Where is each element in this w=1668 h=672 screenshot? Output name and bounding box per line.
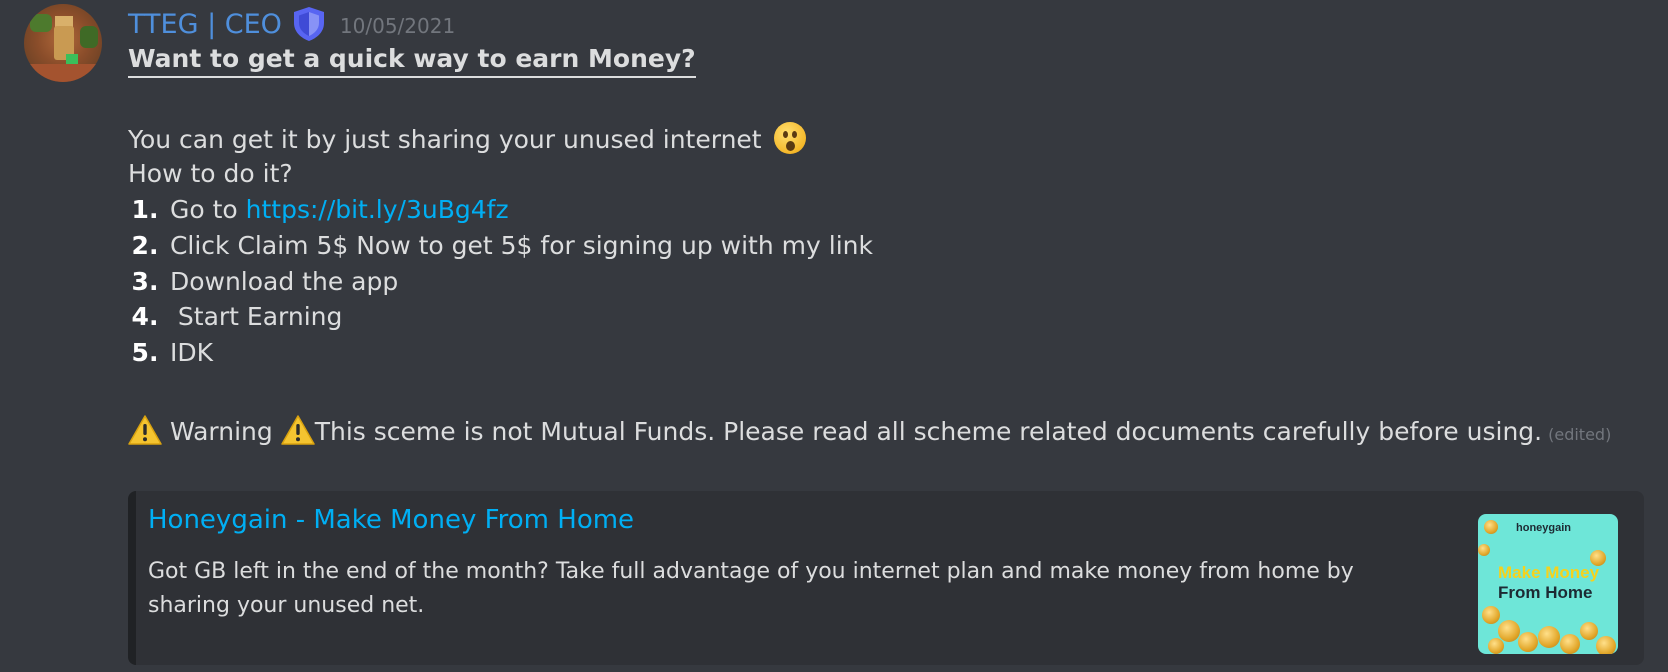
question-text: How to do it? bbox=[128, 159, 293, 188]
list-item: 3. Download the app bbox=[128, 267, 399, 297]
step-text: Click Claim 5$ Now to get 5$ for signing… bbox=[169, 231, 873, 260]
astonished-face-icon bbox=[773, 122, 806, 154]
step-text: Download the app bbox=[169, 267, 399, 296]
warning-text: This sceme is not Mutual Funds. Please r… bbox=[314, 417, 1543, 446]
thumbnail-subheadline: From Home bbox=[1498, 583, 1593, 602]
step-number: 2. bbox=[131, 231, 159, 260]
step-number: 4. bbox=[131, 302, 159, 331]
edited-indicator: (edited) bbox=[1548, 425, 1612, 444]
intro-line: You can get it by just sharing your unus… bbox=[128, 122, 806, 155]
embed-thumbnail[interactable]: honeygain Make Money From Home bbox=[1478, 514, 1618, 654]
chat-message: TTEG | CEO 10/05/2021 Want to get a quic… bbox=[0, 0, 1668, 672]
step-number: 1. bbox=[131, 195, 159, 224]
message-header: TTEG | CEO 10/05/2021 bbox=[128, 4, 455, 44]
warning-label: Warning bbox=[169, 417, 273, 446]
link-embed: Honeygain - Make Money From Home Got GB … bbox=[128, 491, 1644, 665]
shield-icon[interactable] bbox=[292, 6, 326, 42]
message-title: Want to get a quick way to earn Money? bbox=[128, 44, 696, 78]
step-text: Start Earning bbox=[169, 302, 343, 331]
step-text: IDK bbox=[169, 338, 213, 367]
list-item: 2. Click Claim 5$ Now to get 5$ for sign… bbox=[128, 231, 873, 261]
list-item: 4. Start Earning bbox=[128, 302, 343, 332]
avatar[interactable] bbox=[24, 4, 102, 82]
list-item: 1. Go to https://bit.ly/3uBg4fz bbox=[128, 195, 509, 225]
step-text: Go to bbox=[169, 195, 246, 224]
thumbnail-brand: honeygain bbox=[1516, 522, 1572, 534]
message-timestamp: 10/05/2021 bbox=[339, 14, 456, 38]
warning-icon bbox=[280, 415, 315, 445]
embed-title[interactable]: Honeygain - Make Money From Home bbox=[148, 505, 634, 535]
author-username[interactable]: TTEG | CEO bbox=[128, 9, 282, 40]
warning-icon bbox=[128, 415, 162, 445]
intro-text: You can get it by just sharing your unus… bbox=[128, 125, 762, 154]
warning-line: Warning This sceme is not Mutual Funds. … bbox=[128, 415, 1611, 450]
referral-link[interactable]: https://bit.ly/3uBg4fz bbox=[246, 195, 509, 224]
embed-description: Got GB left in the end of the month? Tak… bbox=[148, 559, 1354, 618]
step-number: 3. bbox=[131, 267, 159, 296]
thumbnail-headline: Make Money bbox=[1498, 563, 1600, 582]
list-item: 5. IDK bbox=[128, 338, 213, 368]
step-number: 5. bbox=[131, 338, 159, 367]
